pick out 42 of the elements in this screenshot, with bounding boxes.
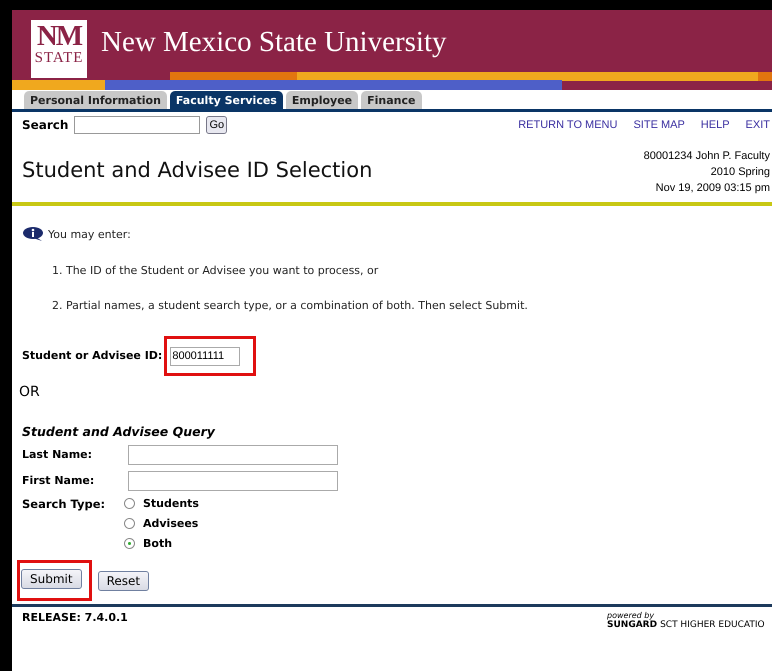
section-title: Student and Advisee Query xyxy=(21,422,216,438)
field-label: Student or Advisee ID: xyxy=(22,349,162,362)
nav-tab[interactable]: Employee xyxy=(286,91,358,109)
user-info-text: Nov 19, 2009 03:15 pm xyxy=(654,181,770,196)
powered-by-text: powered by xyxy=(607,610,656,620)
nav-link[interactable]: SITE MAP xyxy=(633,119,685,131)
form-button[interactable]: Submit xyxy=(21,568,82,588)
radio-button[interactable] xyxy=(124,518,135,528)
nav-link[interactable]: HELP xyxy=(700,119,730,131)
field-label: Last Name: xyxy=(22,448,94,461)
field-label: Search Type: xyxy=(22,496,106,510)
nav-tab[interactable]: Personal Information xyxy=(24,91,167,109)
text-field[interactable] xyxy=(128,444,338,464)
vendor-name: SCT HIGHER EDUCATIO xyxy=(660,620,765,630)
go-button[interactable]: Go xyxy=(206,116,228,134)
release-text: RELEASE: 7.4.0.1 xyxy=(22,610,128,626)
vendor-logo-text: SUNGARD xyxy=(607,620,658,630)
nav-tab[interactable]: Faculty Services xyxy=(170,91,283,109)
info-text: You may enter: xyxy=(48,228,131,240)
radio-button[interactable] xyxy=(124,538,135,548)
site-title: New Mexico State University xyxy=(101,26,447,59)
form-button[interactable]: Reset xyxy=(98,570,150,590)
info-icon xyxy=(22,226,44,242)
or-label: OR xyxy=(18,382,41,400)
field-label: First Name: xyxy=(22,474,96,487)
user-info-text: 80001234 John P. Faculty xyxy=(644,149,770,164)
radio-label: Both xyxy=(143,536,172,550)
radio-label: Advisees xyxy=(143,516,198,530)
nav-tab[interactable]: Finance xyxy=(361,91,422,109)
user-info-text: 2010 Spring xyxy=(710,165,770,180)
instruction-text: 2. Partial names, a student search type, or a combination of both. Then select Submit. xyxy=(51,298,529,312)
university-logo: NM STATE xyxy=(31,20,87,78)
page-title: Student and Advisee ID Selection xyxy=(22,158,372,182)
instruction-text: 1. The ID of the Student or Advisee you want to process, or xyxy=(51,263,380,277)
search-field[interactable] xyxy=(74,116,200,134)
search-label: Search xyxy=(22,118,68,132)
radio-label: Students xyxy=(143,496,199,510)
nav-link[interactable]: EXIT xyxy=(746,119,770,131)
text-field[interactable] xyxy=(128,470,338,490)
id-field[interactable]: 800011111 xyxy=(170,346,240,366)
nav-link[interactable]: RETURN TO MENU xyxy=(518,119,618,131)
radio-button[interactable] xyxy=(124,498,135,508)
